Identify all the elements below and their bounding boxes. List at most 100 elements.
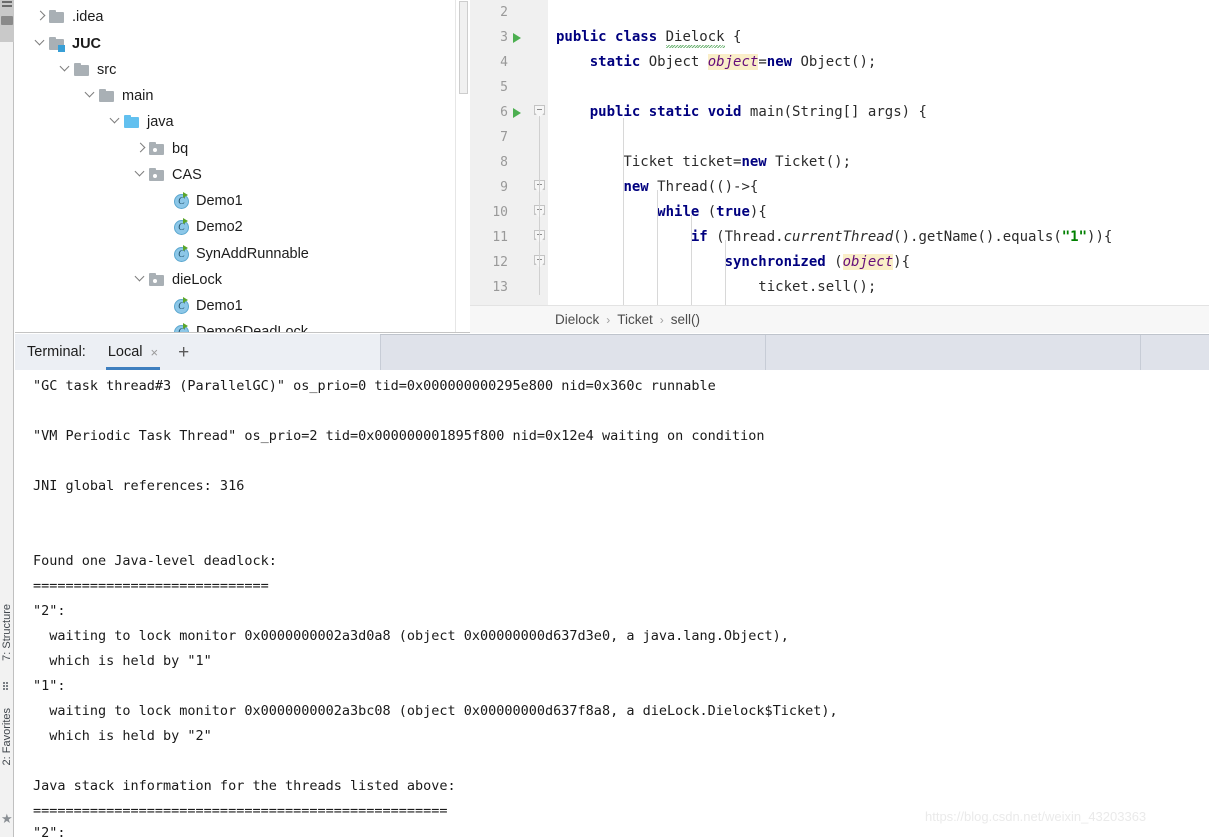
- tree-item-demo1[interactable]: C Demo1: [15, 293, 243, 319]
- line-number: 2: [500, 5, 508, 20]
- toolbar-fragment: [0, 0, 14, 42]
- java-class-icon: C: [174, 323, 191, 332]
- tree-item--idea[interactable]: .idea: [15, 4, 103, 30]
- chevron-down-icon[interactable]: [31, 31, 49, 57]
- terminal-output-line: "2":: [33, 603, 66, 619]
- code-line-6[interactable]: 6 public static void main(String[] args)…: [470, 100, 1209, 125]
- project-panel-bottom-border: [15, 332, 470, 333]
- chevron-right-icon[interactable]: [131, 136, 149, 162]
- breadcrumb[interactable]: Dielock › Ticket › sell(): [470, 305, 1209, 333]
- code-text: Ticket ticket=new Ticket();: [556, 154, 852, 170]
- folder-icon: [124, 114, 142, 130]
- code-line-11[interactable]: 11 if (Thread.currentThread().getName().…: [470, 225, 1209, 250]
- fold-connector: [539, 266, 540, 295]
- tree-item-bq[interactable]: bq: [15, 136, 188, 162]
- tree-item-label: src: [97, 62, 117, 78]
- tree-item-demo6deadlock[interactable]: C Demo6DeadLock: [15, 319, 308, 332]
- java-class-icon: C: [174, 218, 191, 235]
- tree-item-demo1[interactable]: C Demo1: [15, 188, 243, 214]
- terminal-output-line: "GC task thread#3 (ParallelGC)" os_prio=…: [33, 378, 716, 394]
- code-text: public static void main(String[] args) {: [589, 104, 927, 120]
- chevron-down-icon[interactable]: [106, 109, 124, 135]
- java-class-icon: C: [174, 192, 191, 209]
- breadcrumb-item[interactable]: Ticket: [617, 312, 653, 327]
- tree-item-label: Demo1: [196, 298, 243, 314]
- terminal-output-line: JNI global references: 316: [33, 478, 245, 494]
- code-editor[interactable]: 2 3 public class Dielock {4 static Object …: [470, 0, 1209, 305]
- run-gutter-icon[interactable]: [513, 33, 521, 43]
- inspection-squiggle: [665, 45, 725, 48]
- package-icon: [149, 167, 167, 183]
- terminal-output-line: "VM Periodic Task Thread" os_prio=2 tid=…: [33, 428, 765, 444]
- tree-item-demo2[interactable]: C Demo2: [15, 214, 243, 240]
- terminal-output-line: "1":: [33, 678, 66, 694]
- tree-item-java[interactable]: java: [15, 109, 174, 135]
- code-text: if (Thread.currentThread().getName().equ…: [690, 229, 1113, 245]
- code-line-10[interactable]: 10 while (true){: [470, 200, 1209, 225]
- folder-icon: [74, 62, 92, 78]
- chevron-down-icon[interactable]: [81, 83, 99, 109]
- tool-button-structure[interactable]: 7: Structure: [0, 604, 14, 661]
- tree-item-src[interactable]: src: [15, 57, 116, 83]
- code-line-7[interactable]: 7: [470, 125, 1209, 150]
- tree-item-synaddrunnable[interactable]: C SynAddRunnable: [15, 241, 309, 267]
- project-tree-scrollbar-thumb[interactable]: [459, 1, 468, 94]
- tree-item-label: CAS: [172, 167, 202, 183]
- tree-item-label: .idea: [72, 9, 104, 25]
- code-line-4[interactable]: 4 static Object object=new Object();: [470, 50, 1209, 75]
- terminal-output-line: Found one Java-level deadlock:: [33, 553, 277, 569]
- code-line-3[interactable]: 3 public class Dielock {: [470, 25, 1209, 50]
- terminal-output-line: which is held by "1": [33, 653, 212, 669]
- tree-item-cas[interactable]: CAS: [15, 162, 202, 188]
- tree-item-label: Demo6DeadLock: [196, 324, 309, 332]
- tree-item-dielock[interactable]: dieLock: [15, 267, 222, 293]
- run-gutter-icon[interactable]: [513, 108, 521, 118]
- line-number: 7: [500, 130, 508, 145]
- project-tree-panel[interactable]: .idea JUC src main java bq CAS C Demo1 C Demo2 C Syn…: [15, 0, 470, 332]
- code-line-9[interactable]: 9 new Thread(()->{: [470, 175, 1209, 200]
- toolbar-block-icon: [1, 16, 13, 25]
- chevron-down-icon[interactable]: [131, 267, 149, 293]
- java-class-icon: C: [174, 245, 191, 262]
- indent-guide: [690, 215, 692, 305]
- code-text: synchronized (object){: [724, 254, 911, 270]
- tree-item-main[interactable]: main: [15, 83, 153, 109]
- line-number: 11: [492, 230, 508, 245]
- terminal-output-line: which is held by "2": [33, 728, 212, 744]
- left-tool-strip: 7: Structure 2: Favorites ★: [0, 0, 14, 837]
- line-number: 12: [492, 255, 508, 270]
- breadcrumb-item[interactable]: sell(): [671, 312, 700, 327]
- tree-item-label: SynAddRunnable: [196, 246, 309, 262]
- tree-item-label: java: [147, 114, 174, 130]
- folder-icon: [99, 88, 117, 104]
- terminal-output[interactable]: "GC task thread#3 (ParallelGC)" os_prio=…: [15, 370, 1209, 837]
- indent-guide: [724, 240, 726, 305]
- chevron-right-icon: ›: [606, 312, 611, 327]
- chevron-right-icon: ›: [659, 312, 664, 327]
- terminal-header: Terminal: Local × +: [15, 334, 380, 370]
- code-line-2[interactable]: 2: [470, 0, 1209, 25]
- close-icon[interactable]: ×: [151, 346, 159, 359]
- chevron-down-icon[interactable]: [131, 162, 149, 188]
- chevron-right-icon[interactable]: [31, 4, 49, 30]
- tool-button-favorites[interactable]: 2: Favorites: [0, 708, 14, 765]
- terminal-output-line: =============================: [33, 578, 269, 594]
- terminal-tab-local[interactable]: Local ×: [104, 334, 162, 370]
- breadcrumb-item[interactable]: Dielock: [555, 312, 599, 327]
- tree-item-juc[interactable]: JUC: [15, 31, 101, 57]
- line-number: 5: [500, 80, 508, 95]
- chevron-down-icon[interactable]: [56, 57, 74, 83]
- code-line-8[interactable]: 8 Ticket ticket=new Ticket();: [470, 150, 1209, 175]
- star-icon: ★: [1, 811, 13, 826]
- line-number: 9: [500, 180, 508, 195]
- terminal-output-line: waiting to lock monitor 0x0000000002a3d0…: [33, 628, 789, 644]
- code-line-13[interactable]: 13 ticket.sell();: [470, 275, 1209, 300]
- code-text: while (true){: [657, 204, 767, 220]
- indent-guide: [623, 118, 625, 305]
- line-number: 8: [500, 155, 508, 170]
- add-terminal-tab-button[interactable]: +: [178, 343, 189, 362]
- tree-item-label: Demo1: [196, 193, 243, 209]
- code-line-5[interactable]: 5: [470, 75, 1209, 100]
- header-divider-2: [765, 335, 766, 371]
- code-line-12[interactable]: 12 synchronized (object){: [470, 250, 1209, 275]
